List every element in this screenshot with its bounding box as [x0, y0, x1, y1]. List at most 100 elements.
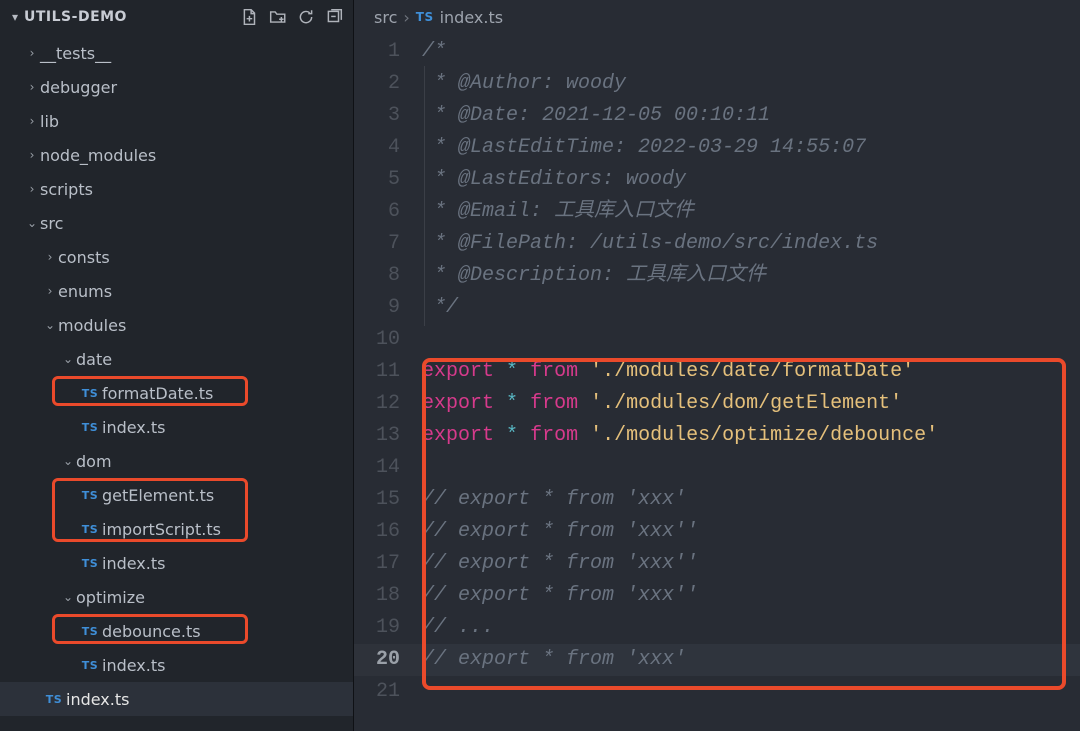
chevron-right-icon[interactable]: ›	[24, 46, 40, 60]
chevron-right-icon[interactable]: ›	[42, 250, 58, 264]
line-number: 5	[354, 164, 422, 196]
code-line[interactable]: 15// export * from 'xxx'	[354, 484, 1080, 516]
collapse-all-icon[interactable]	[325, 8, 343, 26]
chevron-down-icon[interactable]: ⌄	[42, 318, 58, 332]
file-item[interactable]: TSindex.ts	[0, 682, 353, 716]
code-line[interactable]: 3 * @Date: 2021-12-05 00:10:11	[354, 100, 1080, 132]
tree-item-label: node_modules	[40, 146, 156, 165]
code-area[interactable]: 1/*2 * @Author: woody3 * @Date: 2021-12-…	[354, 34, 1080, 708]
chevron-down-icon[interactable]: ⌄	[60, 454, 76, 468]
chevron-right-icon[interactable]: ›	[24, 114, 40, 128]
folder-item[interactable]: ›__tests__	[0, 36, 353, 70]
new-file-icon[interactable]	[241, 8, 259, 26]
code-line[interactable]: 9 */	[354, 292, 1080, 324]
code-text: * @Email: 工具库入口文件	[422, 196, 1080, 228]
tree-item-label: importScript.ts	[102, 520, 221, 539]
refresh-icon[interactable]	[297, 8, 315, 26]
folder-item[interactable]: ⌄optimize	[0, 580, 353, 614]
code-text: // export * from 'xxx''	[422, 516, 1080, 548]
code-line[interactable]: 10	[354, 324, 1080, 356]
folder-item[interactable]: ›enums	[0, 274, 353, 308]
code-text: export * from './modules/optimize/deboun…	[422, 420, 1080, 452]
breadcrumb-seg[interactable]: src	[374, 8, 397, 27]
code-text: // ...	[422, 612, 1080, 644]
tree-item-label: index.ts	[102, 656, 165, 675]
code-line[interactable]: 21	[354, 676, 1080, 708]
code-line[interactable]: 4 * @LastEditTime: 2022-03-29 14:55:07	[354, 132, 1080, 164]
chevron-right-icon[interactable]: ›	[42, 284, 58, 298]
code-text: // export * from 'xxx''	[422, 580, 1080, 612]
code-line[interactable]: 19// ...	[354, 612, 1080, 644]
chevron-down-icon[interactable]: ⌄	[60, 352, 76, 366]
line-number: 2	[354, 68, 422, 100]
breadcrumb-seg[interactable]: index.ts	[440, 8, 503, 27]
chevron-down-icon[interactable]: ▾	[6, 10, 24, 24]
folder-item[interactable]: ›consts	[0, 240, 353, 274]
folder-item[interactable]: ⌄dom	[0, 444, 353, 478]
code-text: // export * from 'xxx''	[422, 548, 1080, 580]
folder-item[interactable]: ›lib	[0, 104, 353, 138]
code-line[interactable]: 8 * @Description: 工具库入口文件	[354, 260, 1080, 292]
folder-item[interactable]: ⌄date	[0, 342, 353, 376]
code-line[interactable]: 16// export * from 'xxx''	[354, 516, 1080, 548]
folder-item[interactable]: ›debugger	[0, 70, 353, 104]
code-line[interactable]: 5 * @LastEditors: woody	[354, 164, 1080, 196]
code-text: // export * from 'xxx'	[422, 484, 1080, 516]
line-number: 11	[354, 356, 422, 388]
file-explorer: ▾ UTILS-DEMO ›__tests__›debugger›lib›nod…	[0, 0, 354, 731]
folder-item[interactable]: ⌄src	[0, 206, 353, 240]
tree-item-label: index.ts	[102, 418, 165, 437]
code-text: export * from './modules/dom/getElement'	[422, 388, 1080, 420]
code-line[interactable]: 1/*	[354, 36, 1080, 68]
file-item[interactable]: TSindex.ts	[0, 410, 353, 444]
line-number: 9	[354, 292, 422, 324]
code-line[interactable]: 6 * @Email: 工具库入口文件	[354, 196, 1080, 228]
chevron-down-icon[interactable]: ⌄	[24, 216, 40, 230]
new-folder-icon[interactable]	[269, 8, 287, 26]
tree-item-label: lib	[40, 112, 59, 131]
chevron-right-icon[interactable]: ›	[24, 148, 40, 162]
ts-file-icon: TS	[78, 387, 102, 400]
file-item[interactable]: TSgetElement.ts	[0, 478, 353, 512]
code-line[interactable]: 17// export * from 'xxx''	[354, 548, 1080, 580]
tree-item-label: index.ts	[102, 554, 165, 573]
ts-file-icon: TS	[78, 625, 102, 638]
folder-item[interactable]: ›scripts	[0, 172, 353, 206]
tree-item-label: dom	[76, 452, 112, 471]
code-line[interactable]: 20// export * from 'xxx'	[354, 644, 1080, 676]
code-text: * @Description: 工具库入口文件	[422, 260, 1080, 292]
ts-file-icon: TS	[78, 523, 102, 536]
ts-file-icon: TS	[416, 10, 434, 24]
explorer-header: ▾ UTILS-DEMO	[0, 0, 353, 34]
code-line[interactable]: 11export * from './modules/date/formatDa…	[354, 356, 1080, 388]
folder-item[interactable]: ›node_modules	[0, 138, 353, 172]
code-line[interactable]: 14	[354, 452, 1080, 484]
chevron-right-icon: ›	[403, 8, 409, 27]
file-item[interactable]: TSformatDate.ts	[0, 376, 353, 410]
project-title: UTILS-DEMO	[24, 9, 241, 25]
line-number: 15	[354, 484, 422, 516]
line-number: 19	[354, 612, 422, 644]
code-text: * @Date: 2021-12-05 00:10:11	[422, 100, 1080, 132]
folder-item[interactable]: ⌄modules	[0, 308, 353, 342]
chevron-right-icon[interactable]: ›	[24, 80, 40, 94]
code-line[interactable]: 7 * @FilePath: /utils-demo/src/index.ts	[354, 228, 1080, 260]
ts-file-icon: TS	[78, 421, 102, 434]
file-item[interactable]: TSindex.ts	[0, 648, 353, 682]
file-item[interactable]: TSindex.ts	[0, 546, 353, 580]
tree-item-label: formatDate.ts	[102, 384, 213, 403]
line-number: 17	[354, 548, 422, 580]
line-number: 14	[354, 452, 422, 484]
code-line[interactable]: 12export * from './modules/dom/getElemen…	[354, 388, 1080, 420]
code-line[interactable]: 18// export * from 'xxx''	[354, 580, 1080, 612]
code-text: /*	[422, 36, 1080, 68]
code-line[interactable]: 2 * @Author: woody	[354, 68, 1080, 100]
line-number: 8	[354, 260, 422, 292]
tree-item-label: debounce.ts	[102, 622, 201, 641]
file-item[interactable]: TSdebounce.ts	[0, 614, 353, 648]
file-item[interactable]: TSimportScript.ts	[0, 512, 353, 546]
editor-pane: src › TS index.ts 1/*2 * @Author: woody3…	[354, 0, 1080, 731]
chevron-right-icon[interactable]: ›	[24, 182, 40, 196]
chevron-down-icon[interactable]: ⌄	[60, 590, 76, 604]
code-line[interactable]: 13export * from './modules/optimize/debo…	[354, 420, 1080, 452]
